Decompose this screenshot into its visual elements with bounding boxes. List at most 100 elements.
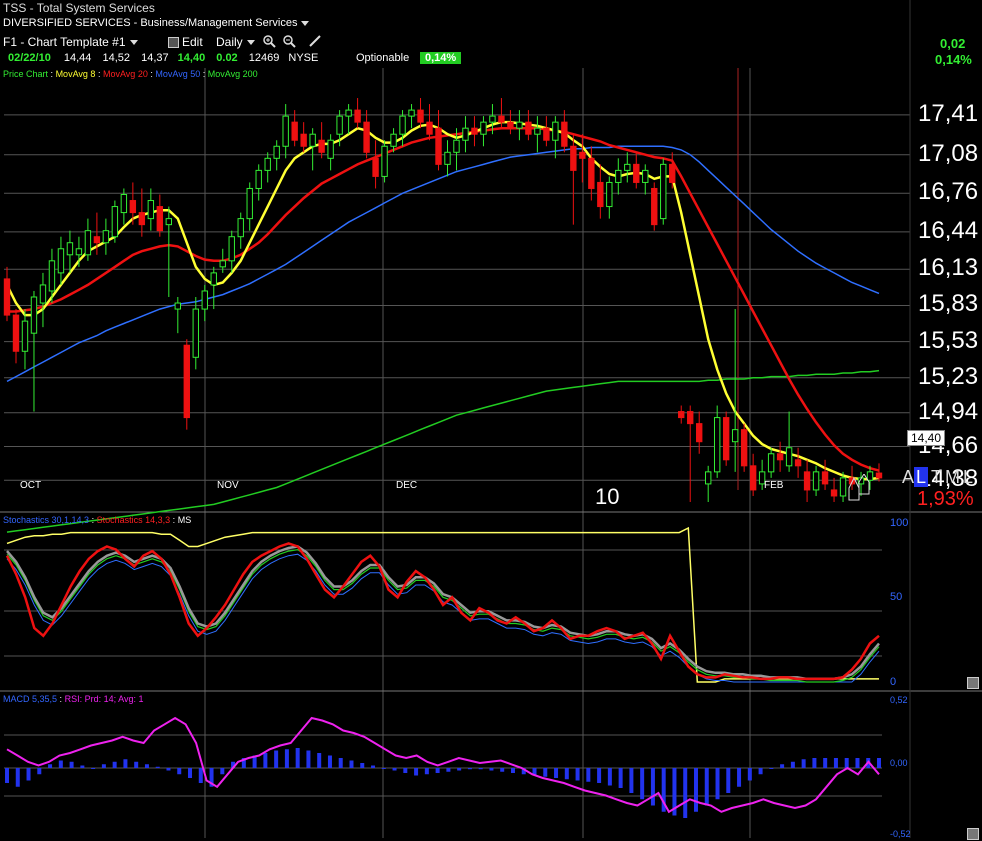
stoch-panel-resize-handle[interactable]	[967, 677, 979, 689]
candle-body	[201, 290, 208, 310]
candle-body	[282, 115, 289, 147]
macd-bar	[101, 764, 106, 768]
candle-body	[111, 206, 119, 238]
candle-body	[722, 417, 730, 461]
macd-bar	[500, 768, 505, 772]
macd-bar	[564, 768, 569, 780]
year-label: 10	[595, 484, 620, 509]
macd-bar	[198, 768, 203, 783]
candle-body	[156, 206, 164, 232]
macd-bar	[801, 759, 806, 768]
candle-body	[192, 308, 199, 358]
candle-body	[318, 139, 325, 153]
macd-bar	[123, 759, 128, 768]
alert-pct: 1,93%	[917, 488, 974, 510]
ma50-line	[6, 145, 880, 383]
time-label-feb: FEB	[764, 480, 784, 491]
macd-bar	[295, 748, 300, 768]
macd-bar	[327, 755, 332, 768]
series-line-ma50	[6, 145, 880, 383]
stoch-legend-a: Stochastics 30,1,14,3	[3, 515, 90, 525]
candle-body	[489, 115, 496, 123]
stoch-slow-blue-line	[6, 553, 880, 683]
macd-bar	[58, 760, 63, 768]
macd-bar	[37, 768, 42, 775]
candle-body	[633, 163, 640, 183]
macd-bar	[284, 749, 289, 768]
candle-body	[75, 248, 83, 256]
candle-body	[327, 139, 334, 159]
candle-body	[354, 109, 361, 123]
candle-body	[165, 218, 173, 226]
candle-body	[363, 121, 370, 153]
alert-l: L	[914, 467, 929, 487]
macd-bar	[263, 753, 268, 768]
candle-body	[21, 320, 29, 352]
candle-body	[93, 236, 101, 244]
ma20-line	[7, 126, 880, 472]
macd-bar	[693, 768, 698, 812]
macd-bar	[543, 768, 548, 777]
candle-body	[507, 121, 514, 129]
candle-body	[839, 477, 847, 497]
price-tick-label: 15,83	[918, 290, 979, 318]
candle-body	[147, 200, 155, 220]
ma200-line	[6, 369, 880, 533]
macd-bar	[575, 768, 580, 781]
stoch-tick-50: 50	[890, 591, 903, 603]
macd-bar	[844, 758, 849, 768]
macd-tick-bottom: -0,52	[890, 829, 911, 839]
alert-a: A	[902, 467, 915, 487]
macd-bar	[349, 760, 354, 768]
candle-body	[138, 212, 146, 226]
chart-canvas[interactable]	[0, 0, 982, 841]
price-tick-label: 17,08	[918, 139, 979, 167]
candle-body	[336, 115, 343, 135]
macd-legend-a: MACD 5,35,5	[3, 694, 58, 704]
stoch-legend-c: MS	[177, 515, 192, 525]
candle-body	[534, 127, 541, 135]
macd-bar	[597, 768, 602, 783]
macd-panel-resize-handle[interactable]	[967, 828, 979, 840]
macd-bar	[554, 768, 559, 778]
candle-body	[12, 314, 20, 352]
candle-body	[678, 411, 685, 419]
candle-body	[740, 429, 748, 467]
candle-body	[435, 127, 442, 165]
macd-bar	[155, 766, 160, 768]
candle-body	[579, 151, 586, 159]
candle-body	[615, 169, 622, 183]
candle-body	[237, 218, 244, 238]
macd-bar	[371, 765, 376, 768]
stoch-slow-line	[6, 545, 880, 681]
macd-bar	[823, 758, 828, 768]
grid-lines	[4, 68, 910, 838]
candle-body	[300, 133, 307, 147]
candle-body	[210, 272, 217, 286]
macd-legend: MACD 5,35,5 : RSI: Prd: 14; Avg: 1	[3, 694, 143, 704]
pan-handle-icon[interactable]	[847, 473, 873, 507]
candle-body	[417, 109, 424, 123]
macd-tick-zero: 0,00	[890, 758, 908, 768]
macd-bar	[338, 758, 343, 768]
macd-bar	[618, 768, 623, 788]
macd-bar	[586, 768, 591, 782]
candle-body	[345, 109, 352, 117]
macd-tick-top: 0,52	[890, 695, 908, 705]
last-price-label: 14,40	[907, 430, 946, 446]
stoch-legend: Stochastics 30,1,14,3 : Stochastics 14,3…	[3, 515, 191, 525]
macd-bar	[48, 764, 53, 768]
macd-bar	[220, 768, 225, 775]
macd-bar	[317, 753, 322, 768]
macd-bar	[769, 768, 774, 769]
macd-bar	[5, 768, 9, 783]
alert-box[interactable]: A L TML	[902, 467, 976, 488]
macd-bar	[780, 764, 785, 768]
candle-body	[651, 187, 658, 226]
candle-body	[390, 133, 397, 147]
macd-bar	[457, 768, 462, 771]
macd-bar	[489, 768, 494, 771]
candle-body	[399, 115, 406, 135]
stoch-tick-100: 100	[890, 517, 909, 529]
candle-body	[426, 121, 433, 135]
